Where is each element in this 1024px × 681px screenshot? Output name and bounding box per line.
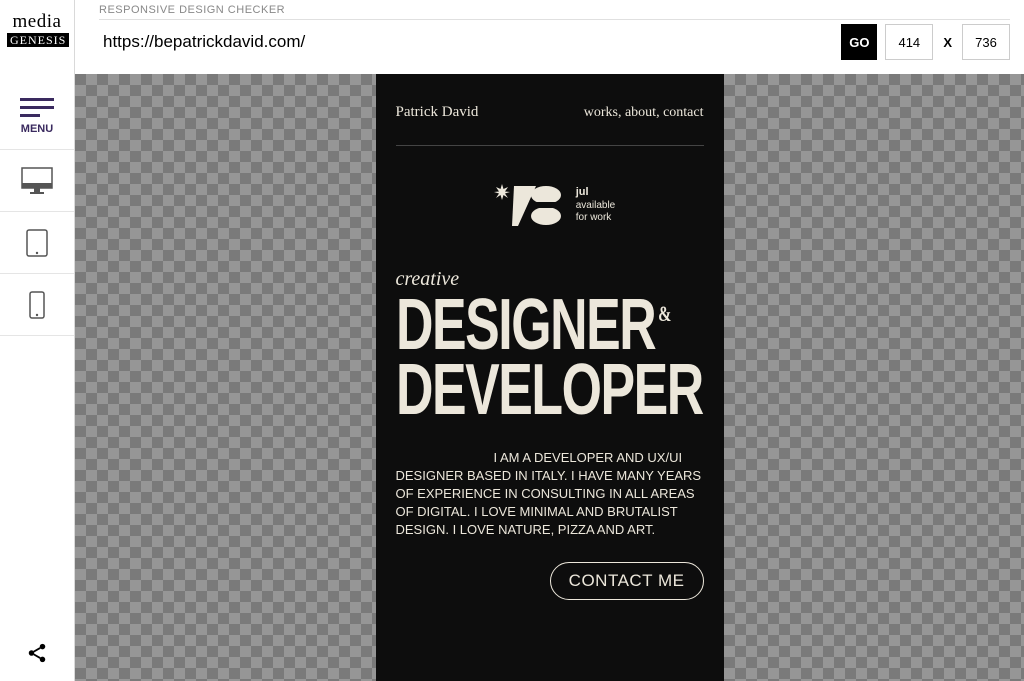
availability-month: jul — [576, 186, 589, 198]
site-brand: Patrick David — [396, 104, 479, 121]
logo-top: media — [7, 12, 67, 31]
topbar: RESPONSIVE DESIGN CHECKER GO X — [75, 0, 1024, 74]
availability-icon — [484, 182, 566, 228]
app-title: RESPONSIVE DESIGN CHECKER — [99, 4, 1010, 16]
contact-button[interactable]: CONTACT ME — [550, 562, 704, 600]
logo-bottom: GENESIS — [7, 33, 69, 47]
nav-link-about[interactable]: about, — [625, 105, 660, 120]
share-button[interactable] — [0, 625, 74, 681]
nav-link-contact[interactable]: contact — [663, 105, 703, 120]
left-sidebar: media GENESIS MENU — [0, 0, 75, 681]
hero-line2: DEVELOPER — [396, 350, 703, 430]
app-logo: media GENESIS — [7, 12, 67, 48]
main-area: RESPONSIVE DESIGN CHECKER GO X Patrick D… — [75, 0, 1024, 681]
device-frame[interactable]: Patrick David works, about, contact — [376, 74, 724, 681]
phone-device-button[interactable] — [0, 274, 74, 336]
preview-stage: Patrick David works, about, contact — [75, 74, 1024, 681]
availability-line2: for work — [576, 212, 612, 223]
hero-amp: & — [658, 301, 671, 326]
hamburger-icon — [20, 98, 54, 117]
availability-block: jul available for work — [396, 182, 704, 228]
dimension-separator: X — [941, 35, 954, 50]
tablet-icon — [26, 229, 48, 257]
hero-title: DESIGNER& DEVELOPER — [396, 293, 618, 423]
width-input[interactable] — [885, 24, 933, 60]
tablet-device-button[interactable] — [0, 212, 74, 274]
desktop-device-button[interactable] — [0, 150, 74, 212]
height-input[interactable] — [962, 24, 1010, 60]
availability-text: jul available for work — [576, 186, 615, 223]
url-row: GO X — [99, 19, 1010, 64]
availability-line1: available — [576, 200, 615, 211]
share-icon — [26, 642, 48, 664]
nav-link-works[interactable]: works, — [584, 105, 622, 120]
url-input[interactable] — [99, 20, 833, 64]
phone-icon — [29, 291, 45, 319]
site-header: Patrick David works, about, contact — [396, 104, 704, 146]
menu-button[interactable]: MENU — [0, 90, 74, 150]
site-nav: works, about, contact — [584, 105, 704, 121]
go-button[interactable]: GO — [841, 24, 877, 60]
menu-label: MENU — [0, 123, 74, 135]
desktop-icon — [21, 167, 53, 195]
intro-paragraph: I AM A DEVELOPER AND UX/UI DESIGNER BASE… — [396, 449, 704, 540]
